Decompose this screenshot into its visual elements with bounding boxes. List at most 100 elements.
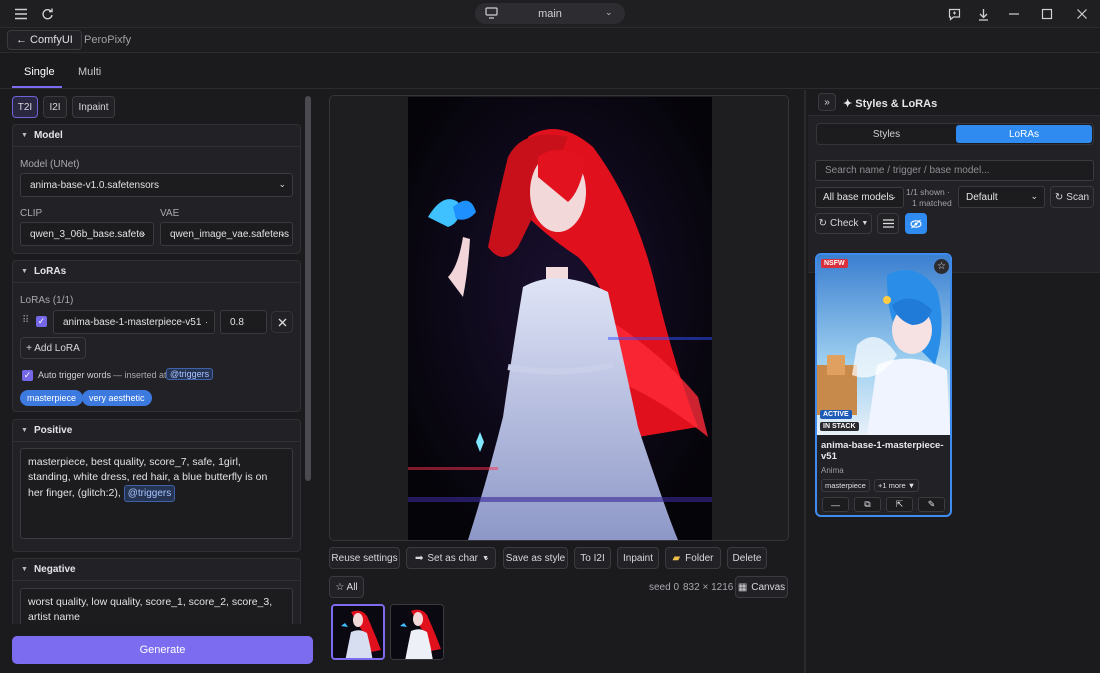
vae-label: VAE xyxy=(160,208,180,219)
lora-search-input[interactable]: Search name / trigger / base model... xyxy=(815,160,1094,181)
panel-divider[interactable] xyxy=(804,90,806,673)
hide-nsfw-button[interactable] xyxy=(905,213,927,234)
mode-i2i-button[interactable]: I2I xyxy=(43,96,67,118)
inserted-at-tag: @triggers xyxy=(166,368,214,380)
image-viewer xyxy=(329,95,789,541)
positive-card-title: Positive xyxy=(33,425,73,436)
lora-copy-button[interactable]: ⧉ xyxy=(854,497,881,512)
sort-select[interactable]: Default ⌄ xyxy=(958,186,1045,208)
trigger-chip-very-aesthetic[interactable]: very aesthetic xyxy=(82,390,152,406)
styles-panel-toolbar: Styles LoRAs Search name / trigger / bas… xyxy=(808,116,1100,273)
scan-button[interactable]: ↻ Scan xyxy=(1050,186,1094,208)
lora-remove-button[interactable]: — xyxy=(822,497,849,512)
positive-card-header[interactable]: ▼ Positive xyxy=(13,420,300,442)
inpaint-button[interactable]: Inpaint xyxy=(617,547,659,569)
drag-handle-icon[interactable]: ⠿ xyxy=(22,315,29,326)
lora-select[interactable]: anima-base-1-masterpiece-v51 · xyxy=(53,310,215,334)
image-size-label: 832 × 1216 xyxy=(683,582,734,593)
maximize-icon[interactable] xyxy=(1039,6,1055,22)
left-panel-scrollbar[interactable] xyxy=(305,96,311,481)
in-stack-badge: IN STACK xyxy=(820,422,859,431)
lora-enabled-checkbox[interactable]: ✓ xyxy=(36,316,47,327)
refresh-icon: ↻ xyxy=(1054,191,1064,203)
mode-tabs: Single Multi xyxy=(0,53,1100,134)
negative-card-header[interactable]: ▼ Negative xyxy=(13,559,300,581)
lora-card-more-tags[interactable]: +1 more ▼ xyxy=(874,479,920,492)
reuse-settings-button[interactable]: Reuse settings xyxy=(329,547,400,569)
lora-name: anima-base-1-masterpiece-v51 xyxy=(63,316,202,328)
mode-t2i-button[interactable]: T2I xyxy=(12,96,38,118)
chevron-down-icon: ⌄ xyxy=(605,7,613,17)
history-thumbnail[interactable] xyxy=(390,604,444,660)
negative-card-title: Negative xyxy=(33,564,76,575)
tab-loras[interactable]: LoRAs xyxy=(956,125,1092,143)
active-badge: ACTIVE xyxy=(820,410,852,419)
chevron-down-icon: · xyxy=(205,317,208,327)
inserted-at-label: — inserted at xyxy=(113,370,167,380)
vae-select[interactable]: qwen_image_vae.safetens ⌄ xyxy=(160,222,293,246)
pencil-icon: ✎ xyxy=(927,499,936,509)
unet-select[interactable]: anima-base-v1.0.safetensors ⌄ xyxy=(20,173,293,197)
canvas-icon: ▦ xyxy=(737,581,748,593)
collapse-panel-button[interactable]: » xyxy=(818,93,836,111)
caret-down-icon: ▼ xyxy=(21,566,28,573)
mode-inpaint-button[interactable]: Inpaint xyxy=(72,96,115,118)
sort-value: Default xyxy=(966,191,998,203)
to-i2i-button[interactable]: To I2I xyxy=(574,547,611,569)
delete-button[interactable]: Delete xyxy=(727,547,767,569)
tab-single[interactable]: Single xyxy=(24,66,55,78)
base-model-filter-value: All base models xyxy=(823,192,894,203)
trigger-chip-masterpiece[interactable]: masterpiece xyxy=(20,390,84,406)
clip-select[interactable]: qwen_3_06b_base.safete ⌄ xyxy=(20,222,154,246)
lora-open-button[interactable]: ⇱ xyxy=(886,497,913,512)
base-model-filter[interactable]: All base models ⌄ xyxy=(815,187,904,208)
remove-lora-button[interactable] xyxy=(271,311,293,333)
hamburger-icon[interactable] xyxy=(13,6,29,22)
close-icon[interactable] xyxy=(1074,6,1090,22)
folder-label: Folder xyxy=(685,552,714,564)
add-lora-button[interactable]: + Add LoRA xyxy=(20,337,86,359)
styles-panel-header: » ✦ Styles & LoRAs xyxy=(808,89,1100,116)
model-card-title: Model xyxy=(33,130,63,141)
caret-down-icon: ▼ xyxy=(21,132,28,139)
history-thumbnail[interactable] xyxy=(331,604,385,660)
download-icon[interactable] xyxy=(975,6,991,22)
tab-styles[interactable]: Styles xyxy=(818,125,955,143)
chevron-down-icon: ⌄ xyxy=(482,552,490,562)
set-as-char-button[interactable]: ➡ Set as char ▼ ⌄ xyxy=(406,547,496,569)
lora-edit-button[interactable]: ✎ xyxy=(918,497,945,512)
loras-card-header[interactable]: ▼ LoRAs xyxy=(13,261,300,283)
matched-count-label: 1 matched xyxy=(912,198,952,208)
lora-card-base-model: Anima xyxy=(821,466,844,475)
filter-all-button[interactable]: ☆ All xyxy=(329,576,364,598)
set-as-char-label: Set as char xyxy=(427,552,478,564)
favorite-star-icon[interactable]: ☆ xyxy=(934,259,949,274)
minimize-icon[interactable] xyxy=(1006,6,1022,22)
canvas-label: Canvas xyxy=(751,581,786,593)
styles-loras-toggle: Styles LoRAs xyxy=(816,123,1094,145)
chevron-down-icon: ⌄ xyxy=(278,179,286,189)
auto-trigger-checkbox[interactable]: ✓ xyxy=(22,370,33,381)
clip-value: qwen_3_06b_base.safete xyxy=(30,228,145,240)
unet-label: Model (UNet) xyxy=(20,159,80,170)
styles-panel-title: ✦ Styles & LoRAs xyxy=(843,98,938,110)
refresh-icon[interactable] xyxy=(39,6,55,22)
generate-button[interactable]: Generate xyxy=(12,636,313,664)
negative-prompt-textarea[interactable]: worst quality, low quality, score_1, sco… xyxy=(20,588,293,624)
workspace-selector[interactable]: main ⌄ xyxy=(475,3,625,24)
positive-prompt-trigger-tag: @triggers xyxy=(123,485,176,502)
back-to-comfyui-button[interactable]: ← ComfyUI xyxy=(7,30,82,50)
list-view-button[interactable] xyxy=(877,213,899,234)
positive-prompt-textarea[interactable]: masterpiece, best quality, score_7, safe… xyxy=(20,448,293,539)
active-tab-indicator xyxy=(12,86,62,88)
model-card-header[interactable]: ▼ Model xyxy=(13,125,300,147)
canvas-button[interactable]: ▦ Canvas xyxy=(735,576,788,598)
check-button[interactable]: ↻ Check ▼ xyxy=(815,213,872,234)
lora-strength-input[interactable]: 0.8 xyxy=(220,310,267,334)
generated-image[interactable] xyxy=(408,97,712,540)
chat-icon[interactable] xyxy=(946,6,962,22)
lora-card[interactable]: NSFW ☆ ACTIVE IN STACK anima-base-1-mast… xyxy=(815,253,952,517)
tab-multi[interactable]: Multi xyxy=(78,66,101,78)
save-as-style-button[interactable]: Save as style xyxy=(503,547,568,569)
folder-button[interactable]: ▰ Folder xyxy=(665,547,721,569)
